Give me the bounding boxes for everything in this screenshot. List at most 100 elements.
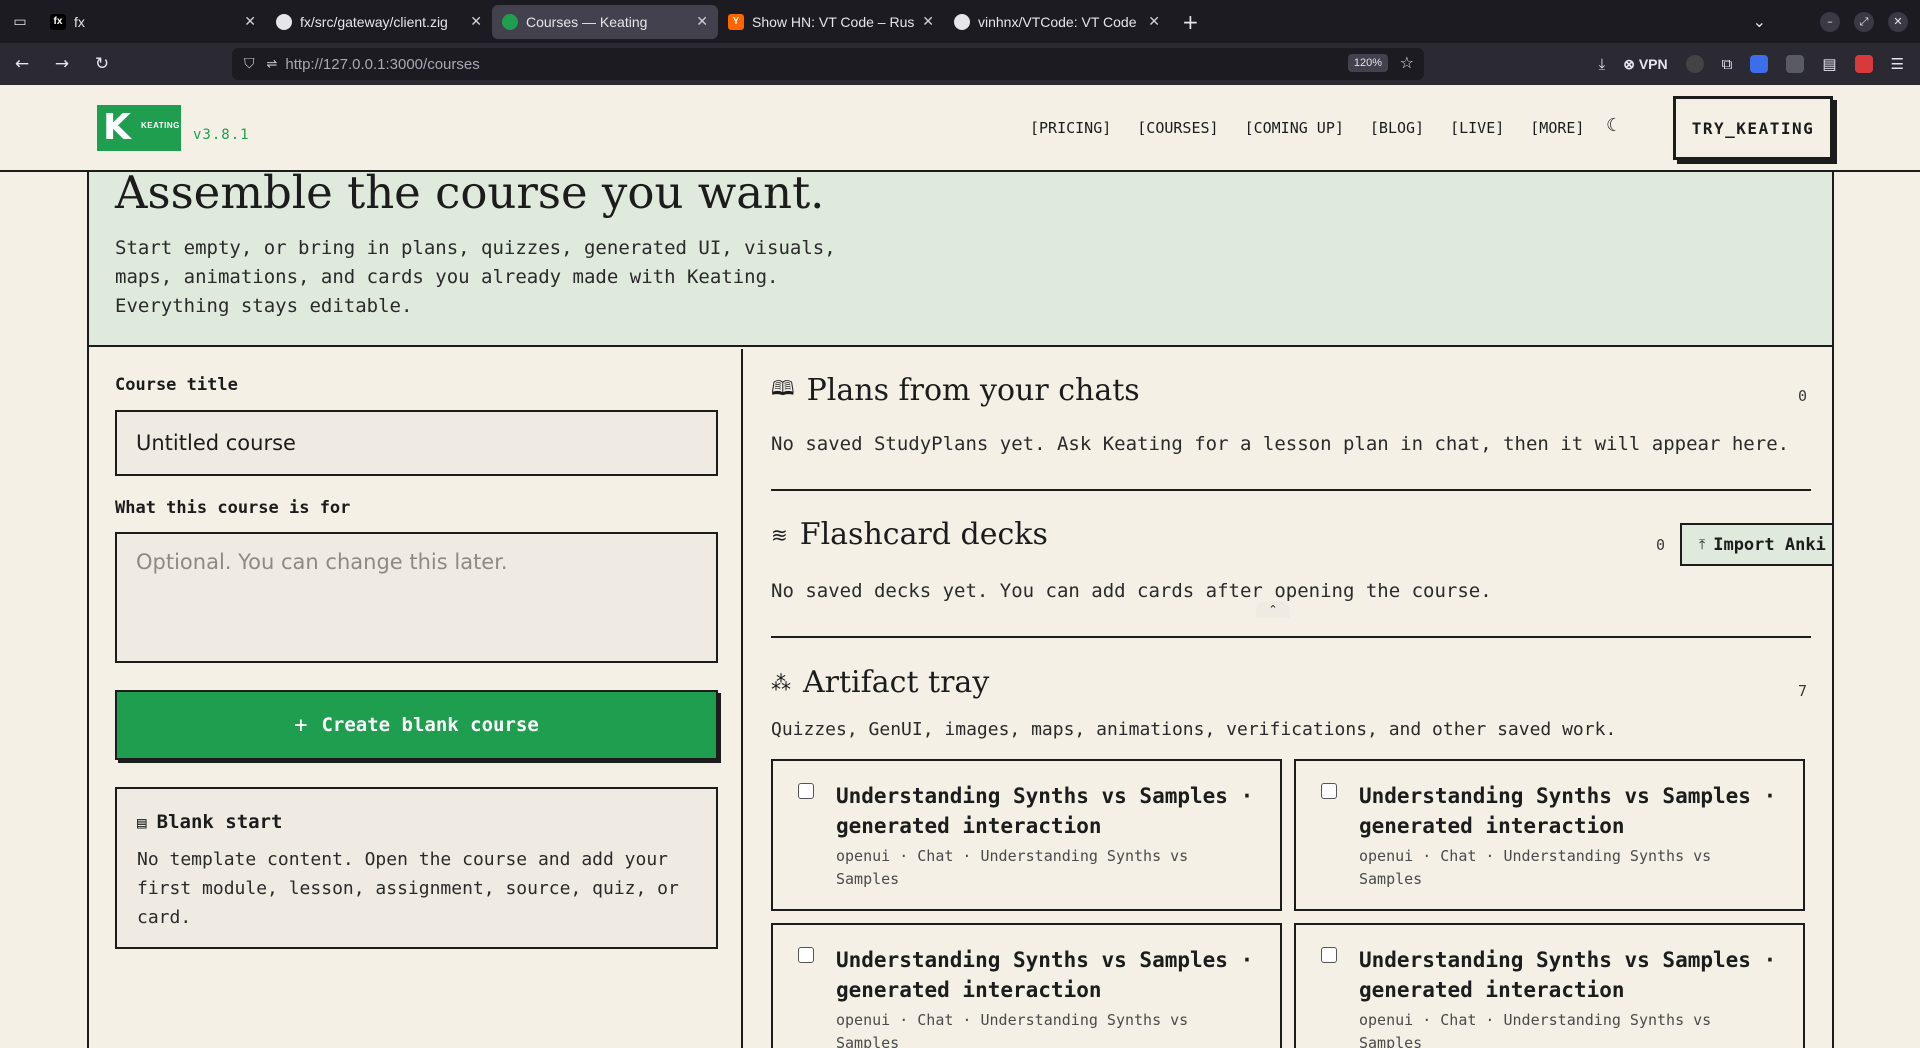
- artifact-meta: openui · Chat · Understanding Synths vs …: [1359, 847, 1712, 888]
- extensions-icon[interactable]: ⧉: [1722, 56, 1733, 73]
- new-tab-icon[interactable]: +: [1182, 10, 1199, 34]
- fx-icon: fx: [50, 13, 66, 30]
- decks-title: Flashcard decks: [799, 517, 1048, 552]
- shapes-icon: ⁂: [771, 670, 791, 695]
- blank-start-title: Blank start: [156, 811, 283, 833]
- artifact-card[interactable]: Understanding Synths vs Samples · genera…: [771, 759, 1282, 911]
- nav-blog[interactable]: [BLOG]: [1370, 119, 1424, 137]
- try-keating-button[interactable]: TRY_KEATING: [1673, 96, 1833, 160]
- site-info-icon[interactable]: ⇌: [267, 57, 278, 72]
- course-builder: Assemble the course you want. Start empt…: [87, 172, 1834, 1048]
- keating-icon: [502, 13, 518, 30]
- plans-heading: 🕮 Plans from your chats: [771, 373, 1140, 408]
- tab-title: Courses — Keating: [526, 13, 648, 30]
- import-anki-label: Import Anki file: [1713, 534, 1832, 555]
- browser-tab-hackernews[interactable]: Y Show HN: VT Code – Rust ✕: [718, 5, 944, 39]
- upload-icon: ⤒: [1699, 536, 1706, 553]
- nav-pricing[interactable]: [PRICING]: [1030, 119, 1111, 137]
- blank-start-description: No template content. Open the course and…: [137, 849, 679, 928]
- nav-coming-up[interactable]: [COMING UP]: [1245, 119, 1344, 137]
- artifact-checkbox[interactable]: [1321, 947, 1337, 963]
- download-icon[interactable]: ⤓: [1599, 56, 1606, 73]
- browser-tab-fx[interactable]: fx fx ✕: [40, 5, 266, 39]
- forward-icon[interactable]: →: [44, 48, 80, 80]
- reader-icon[interactable]: ▤: [1822, 55, 1836, 73]
- artifacts-count: 7: [1798, 682, 1808, 700]
- back-icon[interactable]: ←: [4, 48, 40, 80]
- shield-icon[interactable]: ⛉: [244, 56, 255, 72]
- scroll-up-chevron-icon[interactable]: ⌃: [1256, 601, 1290, 618]
- close-tab-icon[interactable]: ✕: [244, 13, 256, 30]
- plans-count: 0: [1798, 387, 1808, 405]
- minimize-icon[interactable]: –: [1820, 11, 1840, 32]
- logo-text: KEATING: [141, 121, 180, 130]
- course-purpose-textarea[interactable]: Optional. You can change this later.: [115, 532, 718, 663]
- artifact-title: Understanding Synths vs Samples · genera…: [836, 784, 1254, 838]
- nav-courses[interactable]: [COURSES]: [1137, 119, 1218, 137]
- profile-avatar-icon[interactable]: [1685, 55, 1704, 73]
- nav-live[interactable]: [LIVE]: [1450, 119, 1504, 137]
- browser-tab-github-vtcode[interactable]: vinhnx/VTCode: VT Code ✕: [944, 5, 1170, 39]
- maximize-icon[interactable]: ⤢: [1854, 11, 1874, 32]
- artifact-title: Understanding Synths vs Samples · genera…: [836, 948, 1254, 1002]
- extension-check-icon[interactable]: [1750, 55, 1769, 73]
- github-icon: [276, 13, 292, 30]
- url-text[interactable]: http://127.0.0.1:3000/courses: [285, 56, 479, 73]
- close-tab-icon[interactable]: ✕: [1148, 13, 1160, 30]
- artifacts-heading: ⁂ Artifact tray: [771, 665, 989, 700]
- tab-overflow-chevron-icon[interactable]: ⌄: [1753, 12, 1766, 31]
- moon-icon[interactable]: ☾: [1606, 115, 1622, 136]
- course-purpose-label: What this course is for: [115, 498, 351, 518]
- course-form: Course title Untitled course What this c…: [89, 349, 743, 1048]
- blank-start-header: ▤ Blank start: [137, 811, 282, 833]
- tab-title: fx/src/gateway/client.zig: [300, 13, 448, 30]
- artifact-meta: openui · Chat · Understanding Synths vs …: [836, 1011, 1189, 1048]
- plans-title: Plans from your chats: [806, 373, 1140, 408]
- book-icon: 🕮: [771, 375, 795, 400]
- browser-tab-courses[interactable]: Courses — Keating ✕: [492, 4, 718, 39]
- divider: [771, 489, 1811, 491]
- github-icon: [954, 13, 970, 30]
- nav-more[interactable]: [MORE]: [1530, 119, 1584, 137]
- import-anki-button[interactable]: ⤒ Import Anki file: [1680, 523, 1832, 566]
- hero-description: Start empty, or bring in plans, quizzes,…: [115, 237, 836, 317]
- tab-title: Show HN: VT Code – Rust: [752, 13, 915, 30]
- close-tab-icon[interactable]: ✕: [922, 13, 934, 30]
- plus-icon: +: [294, 712, 308, 738]
- logo-mark-icon: K: [103, 107, 131, 148]
- vpn-label: VPN: [1638, 55, 1668, 72]
- tab-title: vinhnx/VTCode: VT Code: [978, 13, 1137, 30]
- url-bar[interactable]: ⛉ ⇌ http://127.0.0.1:3000/courses 120% ☆: [232, 48, 1424, 80]
- create-blank-course-button[interactable]: + Create blank course: [115, 690, 718, 760]
- close-window-icon[interactable]: ✕: [1888, 11, 1908, 32]
- zoom-badge[interactable]: 120%: [1347, 54, 1388, 72]
- extension-s-icon[interactable]: [1854, 55, 1873, 73]
- reload-icon[interactable]: ↻: [84, 48, 120, 80]
- course-title-input[interactable]: Untitled course: [115, 410, 718, 476]
- browser-nav-bar: ← → ↻ ⛉ ⇌ http://127.0.0.1:3000/courses …: [0, 43, 1920, 85]
- page-title: Assemble the course you want.: [115, 172, 825, 219]
- site-header: K KEATING v3.8.1 [PRICING] [COURSES] [CO…: [0, 85, 1920, 172]
- hackernews-icon: Y: [728, 13, 744, 30]
- menu-icon[interactable]: ☰: [1891, 55, 1904, 73]
- artifact-meta: openui · Chat · Understanding Synths vs …: [836, 847, 1189, 888]
- decks-empty-text: No saved decks yet. You can add cards af…: [771, 580, 1492, 602]
- close-tab-icon[interactable]: ✕: [696, 13, 708, 30]
- bookmark-star-icon[interactable]: ☆: [1400, 53, 1414, 72]
- blank-start-card[interactable]: ▤ Blank start No template content. Open …: [115, 787, 718, 949]
- tab-list-icon[interactable]: ▭: [0, 0, 40, 43]
- artifact-checkbox[interactable]: [1321, 783, 1337, 799]
- browser-tab-github-client[interactable]: fx/src/gateway/client.zig ✕: [266, 5, 492, 39]
- artifact-checkbox[interactable]: [798, 947, 814, 963]
- artifact-card[interactable]: Understanding Synths vs Samples · genera…: [771, 923, 1282, 1048]
- close-tab-icon[interactable]: ✕: [470, 13, 482, 30]
- keating-logo[interactable]: K KEATING: [97, 105, 181, 151]
- artifact-card[interactable]: Understanding Synths vs Samples · genera…: [1294, 759, 1805, 911]
- artifact-card[interactable]: Understanding Synths vs Samples · genera…: [1294, 923, 1805, 1048]
- artifact-checkbox[interactable]: [798, 783, 814, 799]
- extension-badge-icon[interactable]: [1786, 55, 1805, 73]
- template-icon: ▤: [137, 812, 147, 832]
- vpn-button[interactable]: ⊗ VPN: [1623, 56, 1667, 73]
- create-button-label: Create blank course: [321, 714, 539, 736]
- layers-icon: ≋: [771, 522, 788, 547]
